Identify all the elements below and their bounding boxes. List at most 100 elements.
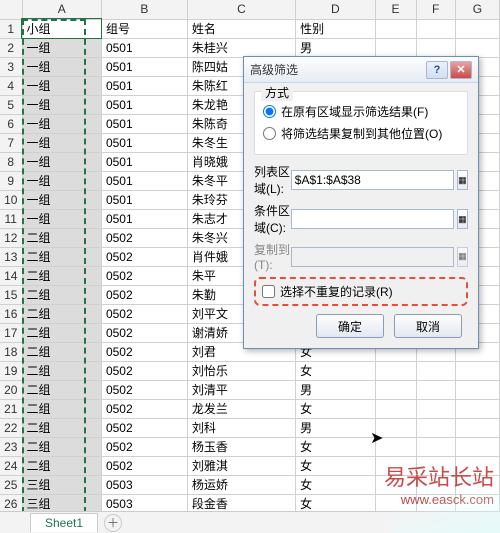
- cell[interactable]: 一组: [22, 209, 101, 228]
- cell[interactable]: 男: [296, 418, 375, 437]
- row-header[interactable]: 13: [0, 247, 22, 266]
- cell[interactable]: 0502: [101, 361, 187, 380]
- col-B[interactable]: B: [101, 0, 187, 19]
- cell[interactable]: [455, 19, 499, 38]
- row-header[interactable]: 19: [0, 361, 22, 380]
- cell[interactable]: 二组: [22, 266, 101, 285]
- close-button[interactable]: ✕: [450, 61, 472, 79]
- cell[interactable]: [375, 380, 416, 399]
- cell[interactable]: 二组: [22, 228, 101, 247]
- cell[interactable]: [455, 399, 499, 418]
- cell[interactable]: 0501: [101, 133, 187, 152]
- cell[interactable]: 0501: [101, 76, 187, 95]
- row-header[interactable]: 10: [0, 190, 22, 209]
- row-header[interactable]: 9: [0, 171, 22, 190]
- cell[interactable]: 女: [296, 456, 375, 475]
- criteria-range-input[interactable]: [291, 209, 454, 229]
- row-header[interactable]: 16: [0, 304, 22, 323]
- cell[interactable]: 杨运娇: [187, 475, 295, 494]
- cell[interactable]: 二组: [22, 323, 101, 342]
- cell[interactable]: 0502: [101, 285, 187, 304]
- row-header[interactable]: 17: [0, 323, 22, 342]
- cell[interactable]: 一组: [22, 152, 101, 171]
- select-all-corner[interactable]: [0, 0, 22, 19]
- cell[interactable]: 0502: [101, 437, 187, 456]
- cell[interactable]: [416, 418, 455, 437]
- cell[interactable]: 0502: [101, 266, 187, 285]
- cell[interactable]: [455, 38, 499, 57]
- list-range-input[interactable]: [291, 170, 454, 190]
- ok-button[interactable]: 确定: [316, 314, 384, 338]
- col-F[interactable]: F: [416, 0, 455, 19]
- cell[interactable]: [416, 399, 455, 418]
- cell[interactable]: 一组: [22, 133, 101, 152]
- col-D[interactable]: D: [296, 0, 375, 19]
- cell[interactable]: 0501: [101, 57, 187, 76]
- cell[interactable]: [455, 418, 499, 437]
- cell[interactable]: 二组: [22, 437, 101, 456]
- cell[interactable]: 0501: [101, 95, 187, 114]
- row-header[interactable]: 2: [0, 38, 22, 57]
- cell[interactable]: 0501: [101, 114, 187, 133]
- row-header[interactable]: 24: [0, 456, 22, 475]
- help-button[interactable]: ?: [426, 61, 448, 79]
- cell[interactable]: 0502: [101, 418, 187, 437]
- row-header[interactable]: 22: [0, 418, 22, 437]
- cell[interactable]: [416, 437, 455, 456]
- row-header[interactable]: 3: [0, 57, 22, 76]
- row-header[interactable]: 8: [0, 152, 22, 171]
- cell[interactable]: 杨玉香: [187, 437, 295, 456]
- cell[interactable]: [455, 437, 499, 456]
- cell[interactable]: 女: [296, 399, 375, 418]
- col-G[interactable]: G: [455, 0, 499, 19]
- row-header[interactable]: 14: [0, 266, 22, 285]
- cell[interactable]: 二组: [22, 418, 101, 437]
- cell[interactable]: 性别: [296, 19, 375, 38]
- cell[interactable]: 0502: [101, 456, 187, 475]
- cell[interactable]: 一组: [22, 95, 101, 114]
- cell[interactable]: [375, 437, 416, 456]
- cell[interactable]: 刘清平: [187, 380, 295, 399]
- cell[interactable]: 0501: [101, 209, 187, 228]
- row-header[interactable]: 21: [0, 399, 22, 418]
- row-header[interactable]: 12: [0, 228, 22, 247]
- cell[interactable]: 刘科: [187, 418, 295, 437]
- row-header[interactable]: 18: [0, 342, 22, 361]
- cell[interactable]: 0502: [101, 323, 187, 342]
- cell[interactable]: 刘怡乐: [187, 361, 295, 380]
- row-header[interactable]: 20: [0, 380, 22, 399]
- add-sheet-button[interactable]: ＋: [104, 514, 122, 532]
- dialog-titlebar[interactable]: 高级筛选 ? ✕: [244, 57, 478, 83]
- row-header[interactable]: 5: [0, 95, 22, 114]
- cell[interactable]: 男: [296, 38, 375, 57]
- cell[interactable]: 三组: [22, 475, 101, 494]
- radio-copy-to[interactable]: [263, 127, 276, 140]
- cell[interactable]: 二组: [22, 380, 101, 399]
- cell[interactable]: [375, 361, 416, 380]
- cell[interactable]: 一组: [22, 76, 101, 95]
- list-range-ref-button[interactable]: ▦: [457, 170, 468, 190]
- row-header[interactable]: 23: [0, 437, 22, 456]
- cell[interactable]: 二组: [22, 285, 101, 304]
- cell[interactable]: 朱桂兴: [187, 38, 295, 57]
- cell[interactable]: 女: [296, 437, 375, 456]
- cell[interactable]: 姓名: [187, 19, 295, 38]
- cell[interactable]: 二组: [22, 304, 101, 323]
- cell[interactable]: 0502: [101, 304, 187, 323]
- cell[interactable]: 一组: [22, 190, 101, 209]
- cell[interactable]: 0501: [101, 38, 187, 57]
- cell[interactable]: [416, 19, 455, 38]
- cell[interactable]: 0501: [101, 171, 187, 190]
- cell[interactable]: 二组: [22, 342, 101, 361]
- cell[interactable]: [455, 380, 499, 399]
- cell[interactable]: 0502: [101, 380, 187, 399]
- row-header[interactable]: 1: [0, 19, 22, 38]
- cell[interactable]: 0502: [101, 342, 187, 361]
- cell[interactable]: 一组: [22, 57, 101, 76]
- cell[interactable]: 二组: [22, 247, 101, 266]
- cell[interactable]: 0501: [101, 190, 187, 209]
- row-header[interactable]: 7: [0, 133, 22, 152]
- cell[interactable]: 0502: [101, 228, 187, 247]
- unique-records-checkbox[interactable]: [262, 285, 275, 298]
- cell[interactable]: [375, 38, 416, 57]
